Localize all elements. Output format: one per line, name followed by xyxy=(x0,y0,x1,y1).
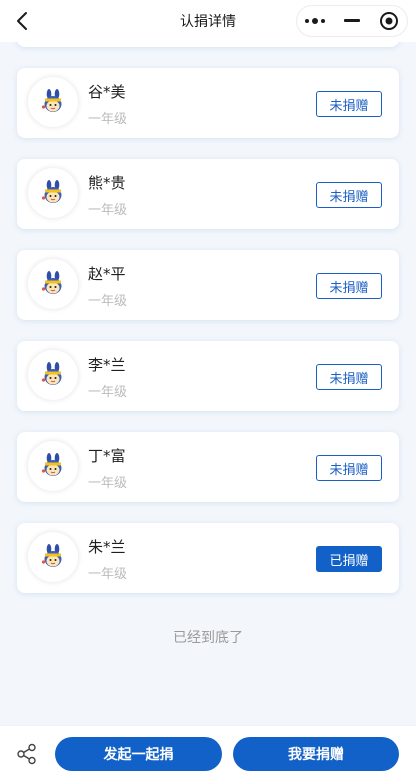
mini-program-capsule xyxy=(296,5,408,37)
donor-grade: 一年级 xyxy=(88,385,128,400)
rabbit-mascot-icon xyxy=(41,362,62,385)
donation-details-page: 一年级 谷*美一年级未捐赠 熊*贵一年级未捐赠 赵*平一年级未捐赠 李*兰一年级… xyxy=(0,0,416,779)
donate-button[interactable]: 我要捐赠 xyxy=(233,737,399,771)
rabbit-mascot-icon xyxy=(41,89,62,112)
avatar xyxy=(28,532,78,582)
donor-list[interactable]: 一年级 谷*美一年级未捐赠 熊*贵一年级未捐赠 赵*平一年级未捐赠 李*兰一年级… xyxy=(0,0,416,725)
avatar xyxy=(28,168,78,218)
donor-name: 丁*富 xyxy=(88,447,126,465)
not-donated-status-button[interactable]: 未捐赠 xyxy=(316,182,382,208)
donor-name: 朱*兰 xyxy=(88,538,126,556)
donor-card[interactable]: 熊*贵一年级 未捐赠 xyxy=(17,159,399,229)
avatar xyxy=(28,441,78,491)
donor-name: 李*兰 xyxy=(88,356,126,374)
nav-bar: 认捐详情 xyxy=(0,0,416,42)
list-end-text: 已经到底了 xyxy=(173,630,243,646)
more-icon[interactable] xyxy=(297,6,334,36)
donated-status-button[interactable]: 已捐赠 xyxy=(316,546,382,572)
donor-list-inner: 一年级 谷*美一年级未捐赠 熊*贵一年级未捐赠 赵*平一年级未捐赠 李*兰一年级… xyxy=(0,0,416,647)
bottom-action-bar: 发起一起捐 我要捐赠 xyxy=(0,725,416,779)
rabbit-mascot-icon xyxy=(41,544,62,567)
avatar xyxy=(28,350,78,400)
donor-name: 谷*美 xyxy=(88,83,126,101)
donor-card[interactable]: 谷*美一年级 未捐赠 xyxy=(17,68,399,138)
donor-grade: 一年级 xyxy=(88,476,128,491)
share-icon[interactable] xyxy=(16,743,38,765)
donor-card[interactable]: 赵*平一年级 未捐赠 xyxy=(17,250,399,320)
avatar xyxy=(28,77,78,127)
not-donated-status-button[interactable]: 未捐赠 xyxy=(316,364,382,390)
rabbit-mascot-icon xyxy=(41,453,62,476)
donor-grade: 一年级 xyxy=(88,203,128,218)
donor-card[interactable]: 李*兰一年级 未捐赠 xyxy=(17,341,399,411)
donor-grade: 一年级 xyxy=(88,567,128,582)
donor-card[interactable]: 丁*富一年级 未捐赠 xyxy=(17,432,399,502)
not-donated-status-button[interactable]: 未捐赠 xyxy=(316,273,382,299)
not-donated-status-button[interactable]: 未捐赠 xyxy=(316,455,382,481)
target-icon[interactable] xyxy=(370,6,407,36)
donor-card[interactable]: 朱*兰一年级 已捐赠 xyxy=(17,523,399,593)
avatar xyxy=(28,259,78,309)
donor-name: 熊*贵 xyxy=(88,174,126,192)
donor-grade: 一年级 xyxy=(88,294,128,309)
rabbit-mascot-icon xyxy=(41,271,62,294)
not-donated-status-button[interactable]: 未捐赠 xyxy=(316,91,382,117)
donor-name: 赵*平 xyxy=(88,265,126,283)
donor-grade: 一年级 xyxy=(88,112,128,127)
start-group-donation-button[interactable]: 发起一起捐 xyxy=(55,737,222,771)
rabbit-mascot-icon xyxy=(41,180,62,203)
minimize-icon[interactable] xyxy=(334,6,371,36)
